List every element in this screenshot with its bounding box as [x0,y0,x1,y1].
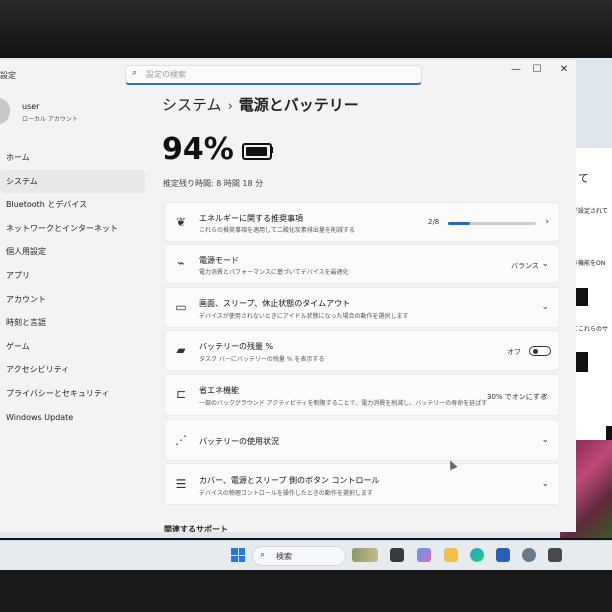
settings-search-input[interactable]: ⌕ 設定の検索 [125,65,422,85]
close-button[interactable]: ✕ [556,64,572,75]
sidebar-nav: ホーム システム Bluetooth とデバイス ネットワークとインターネット … [0,146,145,429]
sidebar-item-network[interactable]: ネットワークとインターネット [0,217,145,241]
background-window-text: が設定されて [572,208,608,215]
toggle-state-label: オフ [507,348,521,356]
app-icon[interactable] [548,548,562,562]
sidebar-item-apps[interactable]: アプリ [0,264,145,288]
sidebar-item-privacy[interactable]: プライバシーとセキュリティ [0,382,145,406]
chevron-down-icon: ⌄ [541,435,549,445]
search-icon: ⌕ [260,550,266,560]
background-window-title: て [578,172,589,185]
taskbar-search[interactable]: ⌕ 検索 [252,546,346,566]
card-subtitle: タスク バーにバッテリーの残量 % を表示する [199,356,325,363]
button-controls-icon: ☰ [175,477,187,491]
power-mode-icon: ⌁ [177,256,185,270]
battery-percentage-card[interactable]: ▰ バッテリーの残量 % タスク バーにバッテリーの残量 % を表示する オフ [164,330,560,371]
battery-icon [242,143,272,160]
background-window-block [576,352,588,372]
file-explorer-icon[interactable] [444,548,458,562]
screen-sleep-icon: ▭ [175,300,187,314]
sidebar-item-system[interactable]: システム [0,169,145,194]
leaf-icon: ❦ [175,215,187,229]
taskbar-search-label: 検索 [276,552,292,561]
chevron-right-icon: › [545,217,549,227]
search-placeholder: 設定の検索 [146,70,186,79]
chevron-down-icon: ⌄ [541,479,549,489]
chevron-down-icon: ⌄ [541,389,549,399]
power-mode-card[interactable]: ⌁ 電源モード 電力消費とパフォーマンスに基づいてデバイスを最適化 バランス ⌄ [164,244,560,284]
card-title: 電源モード [199,256,239,265]
energy-recommendations-card[interactable]: ❦ エネルギーに関する推奨事項 これらの推奨事項を適用して二酸化炭素排出量を削減… [164,202,560,242]
card-title: 省エネ機能 [199,386,239,395]
task-view-icon[interactable] [390,548,404,562]
screen-bezel-bottom [0,570,612,612]
settings-window: 設定 ⌕ 設定の検索 — ☐ ✕ user ローカル アカウント ホーム システ… [0,60,576,532]
start-button[interactable] [231,548,245,562]
breadcrumb: システム › 電源とバッテリー [162,94,359,115]
card-subtitle: 電力消費とパフォーマンスに基づいてデバイスを最適化 [199,269,349,276]
progress-fill [448,222,470,225]
battery-icon-terminal [271,147,273,153]
chevron-down-icon: ⌄ [541,302,549,312]
toggle-knob [533,349,538,354]
card-title: エネルギーに関する推奨事項 [199,214,303,223]
sleep-timeout-card[interactable]: ▭ 画面、スリープ、休止状態のタイムアウト デバイスが使用されないときにアイドル… [164,287,560,328]
battery-level-fill [246,147,267,156]
breadcrumb-parent[interactable]: システム [162,96,222,114]
related-support-heading: 関連するサポート [164,525,228,532]
title-bar: 設定 ⌕ 設定の検索 — ☐ ✕ [0,60,576,88]
user-name: user [22,102,40,111]
energy-saver-threshold: 30% でオンにする [487,393,547,401]
screen-bezel-top [0,0,612,58]
sidebar-item-bluetooth[interactable]: Bluetooth とデバイス [0,193,145,217]
power-mode-dropdown[interactable]: バランス [511,261,539,271]
background-window-text: き機能をON [572,260,606,267]
account-type: ローカル アカウント [22,116,78,123]
store-icon[interactable] [496,548,510,562]
battery-percentage-toggle[interactable] [529,346,551,356]
background-window-text: てこれらのサ [572,326,609,333]
edge-icon[interactable] [470,548,484,562]
button-controls-card[interactable]: ☰ カバー、電源とスリープ 側のボタン コントロール デバイスの物理コントロール… [164,463,560,505]
taskbar: ⌕ 検索 [0,540,612,571]
battery-charge-icon: ▰ [176,343,186,357]
app-title: 設定 [0,71,16,80]
card-title: カバー、電源とスリープ 側のボタン コントロール [199,476,380,485]
sidebar-item-time-language[interactable]: 時刻と言語 [0,311,145,335]
sidebar-item-personalization[interactable]: 個人用設定 [0,240,145,264]
copilot-icon[interactable] [417,548,431,562]
widgets-icon[interactable] [352,548,378,562]
breadcrumb-separator: › [227,99,233,114]
sidebar-item-windows-update[interactable]: Windows Update [0,406,145,430]
settings-gear-icon[interactable] [522,548,536,562]
sidebar-item-gaming[interactable]: ゲーム [0,335,145,359]
search-icon: ⌕ [132,68,138,78]
maximize-button[interactable]: ☐ [529,64,545,75]
energy-saver-icon: ⊏ [175,387,187,401]
sidebar-item-accessibility[interactable]: アクセシビリティ [0,358,145,382]
recommendations-progress-bar [448,222,536,225]
card-subtitle: デバイスの物理コントロールを操作したときの動作を選択します [199,490,373,497]
card-title: バッテリーの残量 % [199,342,274,351]
card-subtitle: これらの推奨事項を適用して二酸化炭素排出量を削減する [199,227,355,234]
card-subtitle: デバイスが使用されないときにアイドル状態になった場合の動作を選択します [199,313,409,320]
battery-usage-card[interactable]: ⋰ バッテリーの使用状況 ⌄ [164,419,560,461]
avatar [0,98,10,124]
sidebar-item-accounts[interactable]: アカウント [0,288,145,312]
minimize-button[interactable]: — [508,64,524,75]
battery-percentage: 94% [162,132,234,167]
chevron-down-icon: ⌄ [541,259,549,269]
card-title: バッテリーの使用状況 [199,437,279,446]
energy-saver-card[interactable]: ⊏ 省エネ機能 一部のバックグラウンド アクティビティを制限することで、電力消費… [164,374,560,416]
usage-chart-icon: ⋰ [175,433,187,447]
sidebar-item-home[interactable]: ホーム [0,146,145,170]
estimated-time-remaining: 推定残り時間: 8 時間 18 分 [163,179,264,188]
card-title: 画面、スリープ、休止状態のタイムアウト [199,299,351,308]
recommendations-progress-text: 2/8 [428,218,440,226]
page-title: 電源とバッテリー [238,96,359,114]
background-window-block [576,288,588,306]
card-subtitle: 一部のバックグラウンド アクティビティを制限することで、電力消費を削減し、バッテ… [199,400,488,407]
